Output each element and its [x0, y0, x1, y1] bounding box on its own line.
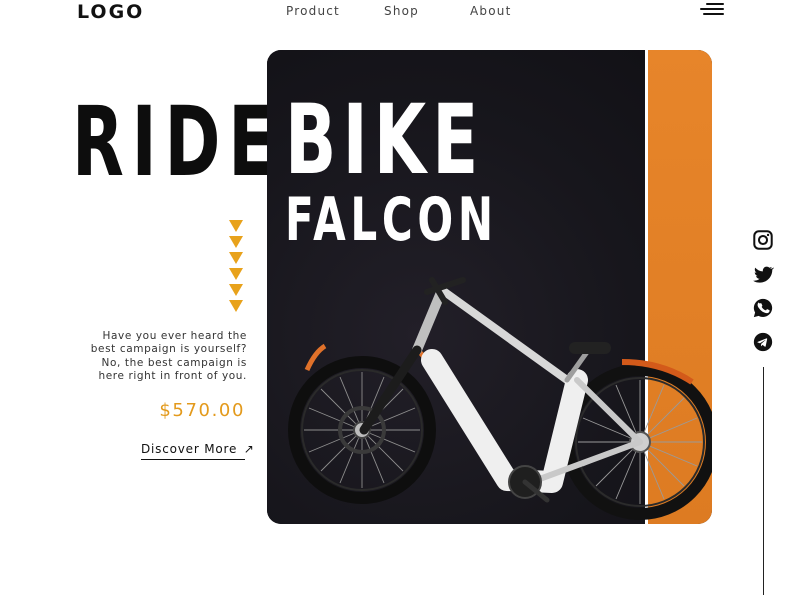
discover-more-link[interactable]: Discover More ↗ — [141, 442, 254, 460]
triangle-down-icon — [229, 268, 243, 280]
main-nav: Product Shop About — [0, 4, 800, 20]
nav-shop-link[interactable]: Shop — [384, 4, 419, 18]
discover-more-label: Discover More — [141, 442, 238, 456]
arrow-up-right-icon: ↗ — [243, 442, 255, 456]
nav-about-link[interactable]: About — [470, 4, 511, 18]
social-links — [752, 229, 776, 365]
product-description: Have you ever heard the best campaign is… — [90, 330, 247, 383]
nav-product-link[interactable]: Product — [286, 4, 340, 18]
triangle-down-icon — [229, 300, 243, 312]
headline-bike: BIKE — [285, 84, 485, 196]
social-divider-line — [763, 367, 764, 595]
bicycle-image — [288, 277, 712, 520]
hero-title: BIKE FALCON — [285, 90, 498, 252]
triangle-down-icon — [229, 252, 243, 264]
instagram-icon[interactable] — [752, 229, 774, 251]
twitter-icon[interactable] — [752, 263, 774, 285]
telegram-icon[interactable] — [752, 331, 774, 353]
down-triangles-decoration — [229, 220, 245, 316]
hamburger-menu-icon[interactable] — [700, 3, 724, 17]
product-price: $570.00 — [159, 400, 245, 421]
headline-ride: RIDE — [72, 86, 283, 198]
hero-product-card: BIKE FALCON — [267, 50, 712, 524]
triangle-down-icon — [229, 236, 243, 248]
whatsapp-icon[interactable] — [752, 297, 774, 319]
triangle-down-icon — [229, 284, 243, 296]
triangle-down-icon — [229, 220, 243, 232]
